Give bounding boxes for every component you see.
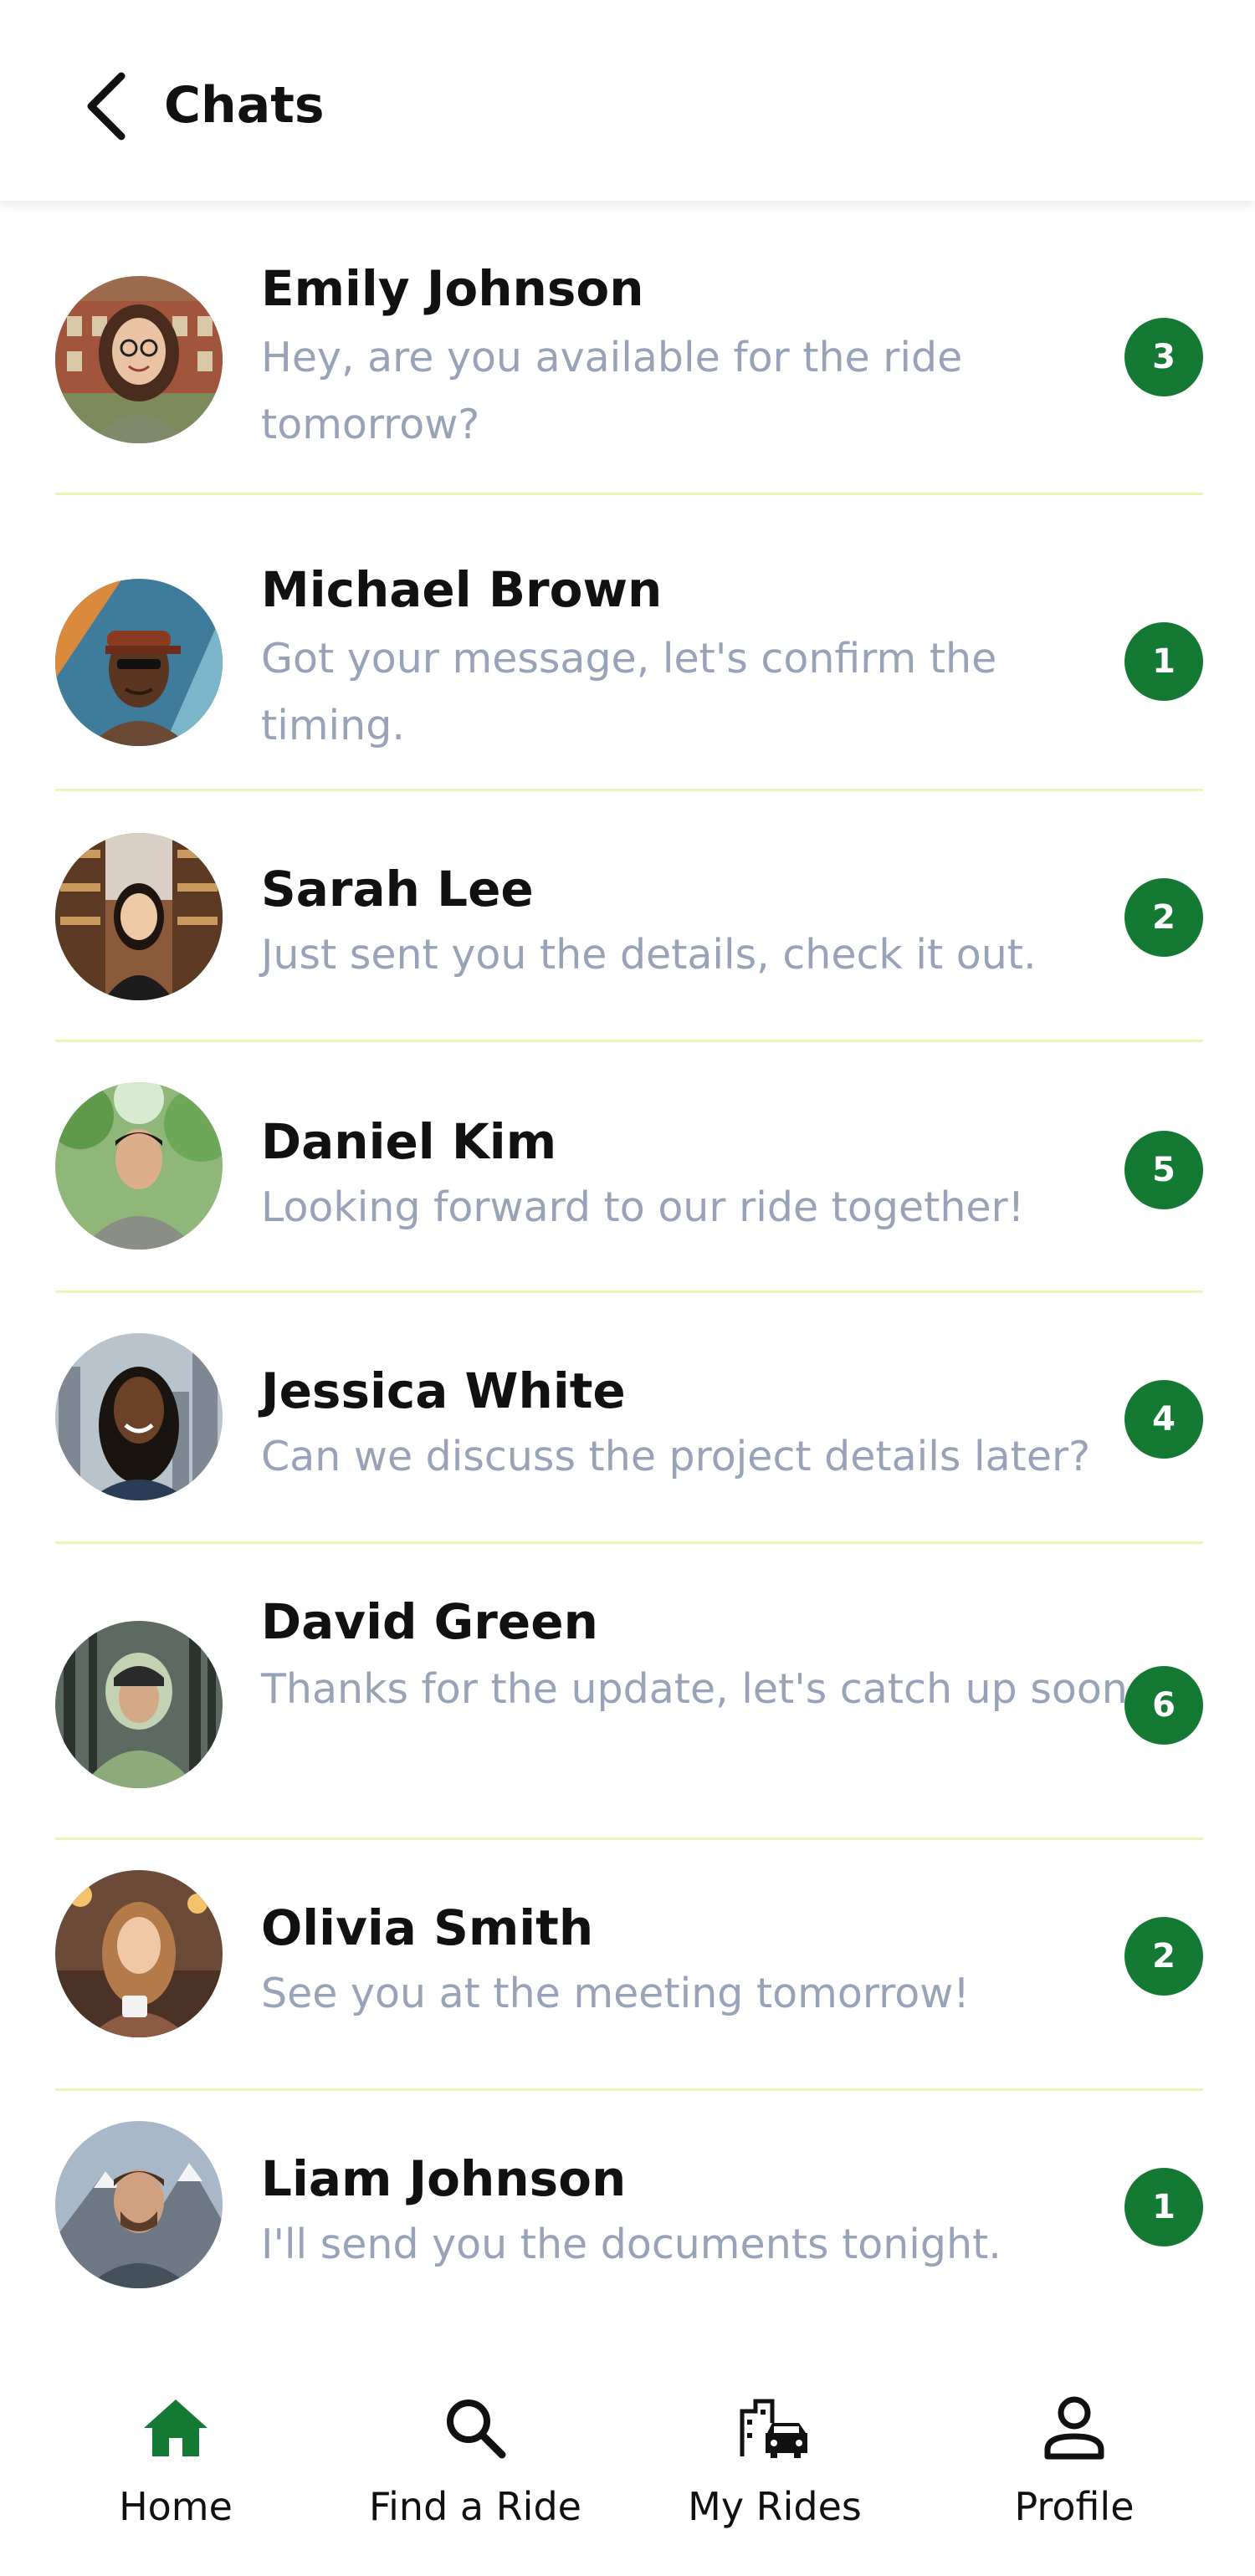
message-preview: See you at the meeting tomorrow! (261, 1970, 970, 2017)
message-preview: Can we discuss the project details later… (261, 1433, 1091, 1480)
unread-count-badge: 4 (1124, 1380, 1203, 1459)
bottom-navigation: Home Find a Ride My Rides Profile (0, 2342, 1255, 2576)
chat-item[interactable]: Emily Johnson Hey, are you available for… (55, 219, 1203, 495)
chat-item[interactable]: Michael Brown Got your message, let's co… (55, 495, 1203, 791)
unread-count-badge: 1 (1124, 2168, 1203, 2246)
contact-name: Olivia Smith (261, 1899, 594, 1956)
avatar (55, 579, 223, 746)
unread-count-badge: 3 (1124, 318, 1203, 396)
contact-name: Sarah Lee (261, 861, 534, 917)
avatar (55, 276, 223, 443)
contact-name: Daniel Kim (261, 1113, 557, 1170)
car-city-icon (737, 2390, 812, 2466)
contact-name: Emily Johnson (261, 260, 644, 317)
message-preview: Got your message, let's confirm the timi… (261, 635, 997, 749)
unread-count-badge: 2 (1124, 1917, 1203, 1996)
chevron-left-icon (87, 72, 126, 141)
app-header: Chats (0, 0, 1255, 201)
chat-item[interactable]: Sarah Lee Just sent you the details, che… (55, 791, 1203, 1042)
nav-find-a-ride[interactable]: Find a Ride (350, 2390, 601, 2541)
message-preview: Hey, are you available for the ride tomo… (261, 334, 963, 448)
unread-count-badge: 2 (1124, 878, 1203, 957)
message-preview: Looking forward to our ride together! (261, 1183, 1025, 1231)
nav-my-rides[interactable]: My Rides (649, 2390, 900, 2541)
chat-item[interactable]: David Green Thanks for the update, let's… (55, 1544, 1203, 1840)
contact-name: Liam Johnson (261, 2150, 627, 2207)
avatar (55, 1333, 223, 1500)
avatar (55, 1870, 223, 2037)
message-preview: Thanks for the update, let's catch up so… (261, 1665, 1141, 1713)
back-button[interactable] (77, 69, 136, 144)
chat-item[interactable]: Olivia Smith See you at the meeting tomo… (55, 1840, 1203, 2091)
unread-count-badge: 5 (1124, 1131, 1203, 1209)
contact-name: Michael Brown (261, 561, 663, 618)
chats-screen: Chats Emily Johnson Hey, are you availab… (0, 0, 1255, 2576)
contact-name: Jessica White (261, 1362, 626, 1419)
home-icon (138, 2390, 213, 2466)
search-icon (438, 2390, 513, 2466)
contact-name: David Green (261, 1593, 598, 1650)
avatar (55, 2121, 223, 2288)
page-title: Chats (164, 76, 325, 135)
nav-label: Profile (1014, 2484, 1135, 2529)
avatar (55, 833, 223, 1000)
chat-item[interactable]: Jessica White Can we discuss the project… (55, 1293, 1203, 1544)
chat-item[interactable]: Daniel Kim Looking forward to our ride t… (55, 1042, 1203, 1293)
unread-count-badge: 6 (1124, 1666, 1203, 1745)
nav-label: Home (119, 2484, 233, 2529)
nav-label: My Rides (688, 2484, 862, 2529)
chat-item[interactable]: Liam Johnson I'll send you the documents… (55, 2091, 1203, 2342)
nav-profile[interactable]: Profile (949, 2390, 1200, 2541)
nav-home[interactable]: Home (50, 2390, 301, 2541)
avatar (55, 1082, 223, 1250)
message-preview: I'll send you the documents tonight. (261, 2221, 1001, 2268)
message-preview: Just sent you the details, check it out. (261, 931, 1037, 979)
unread-count-badge: 1 (1124, 622, 1203, 701)
avatar (55, 1621, 223, 1788)
nav-label: Find a Ride (369, 2484, 581, 2529)
person-icon (1037, 2390, 1112, 2466)
